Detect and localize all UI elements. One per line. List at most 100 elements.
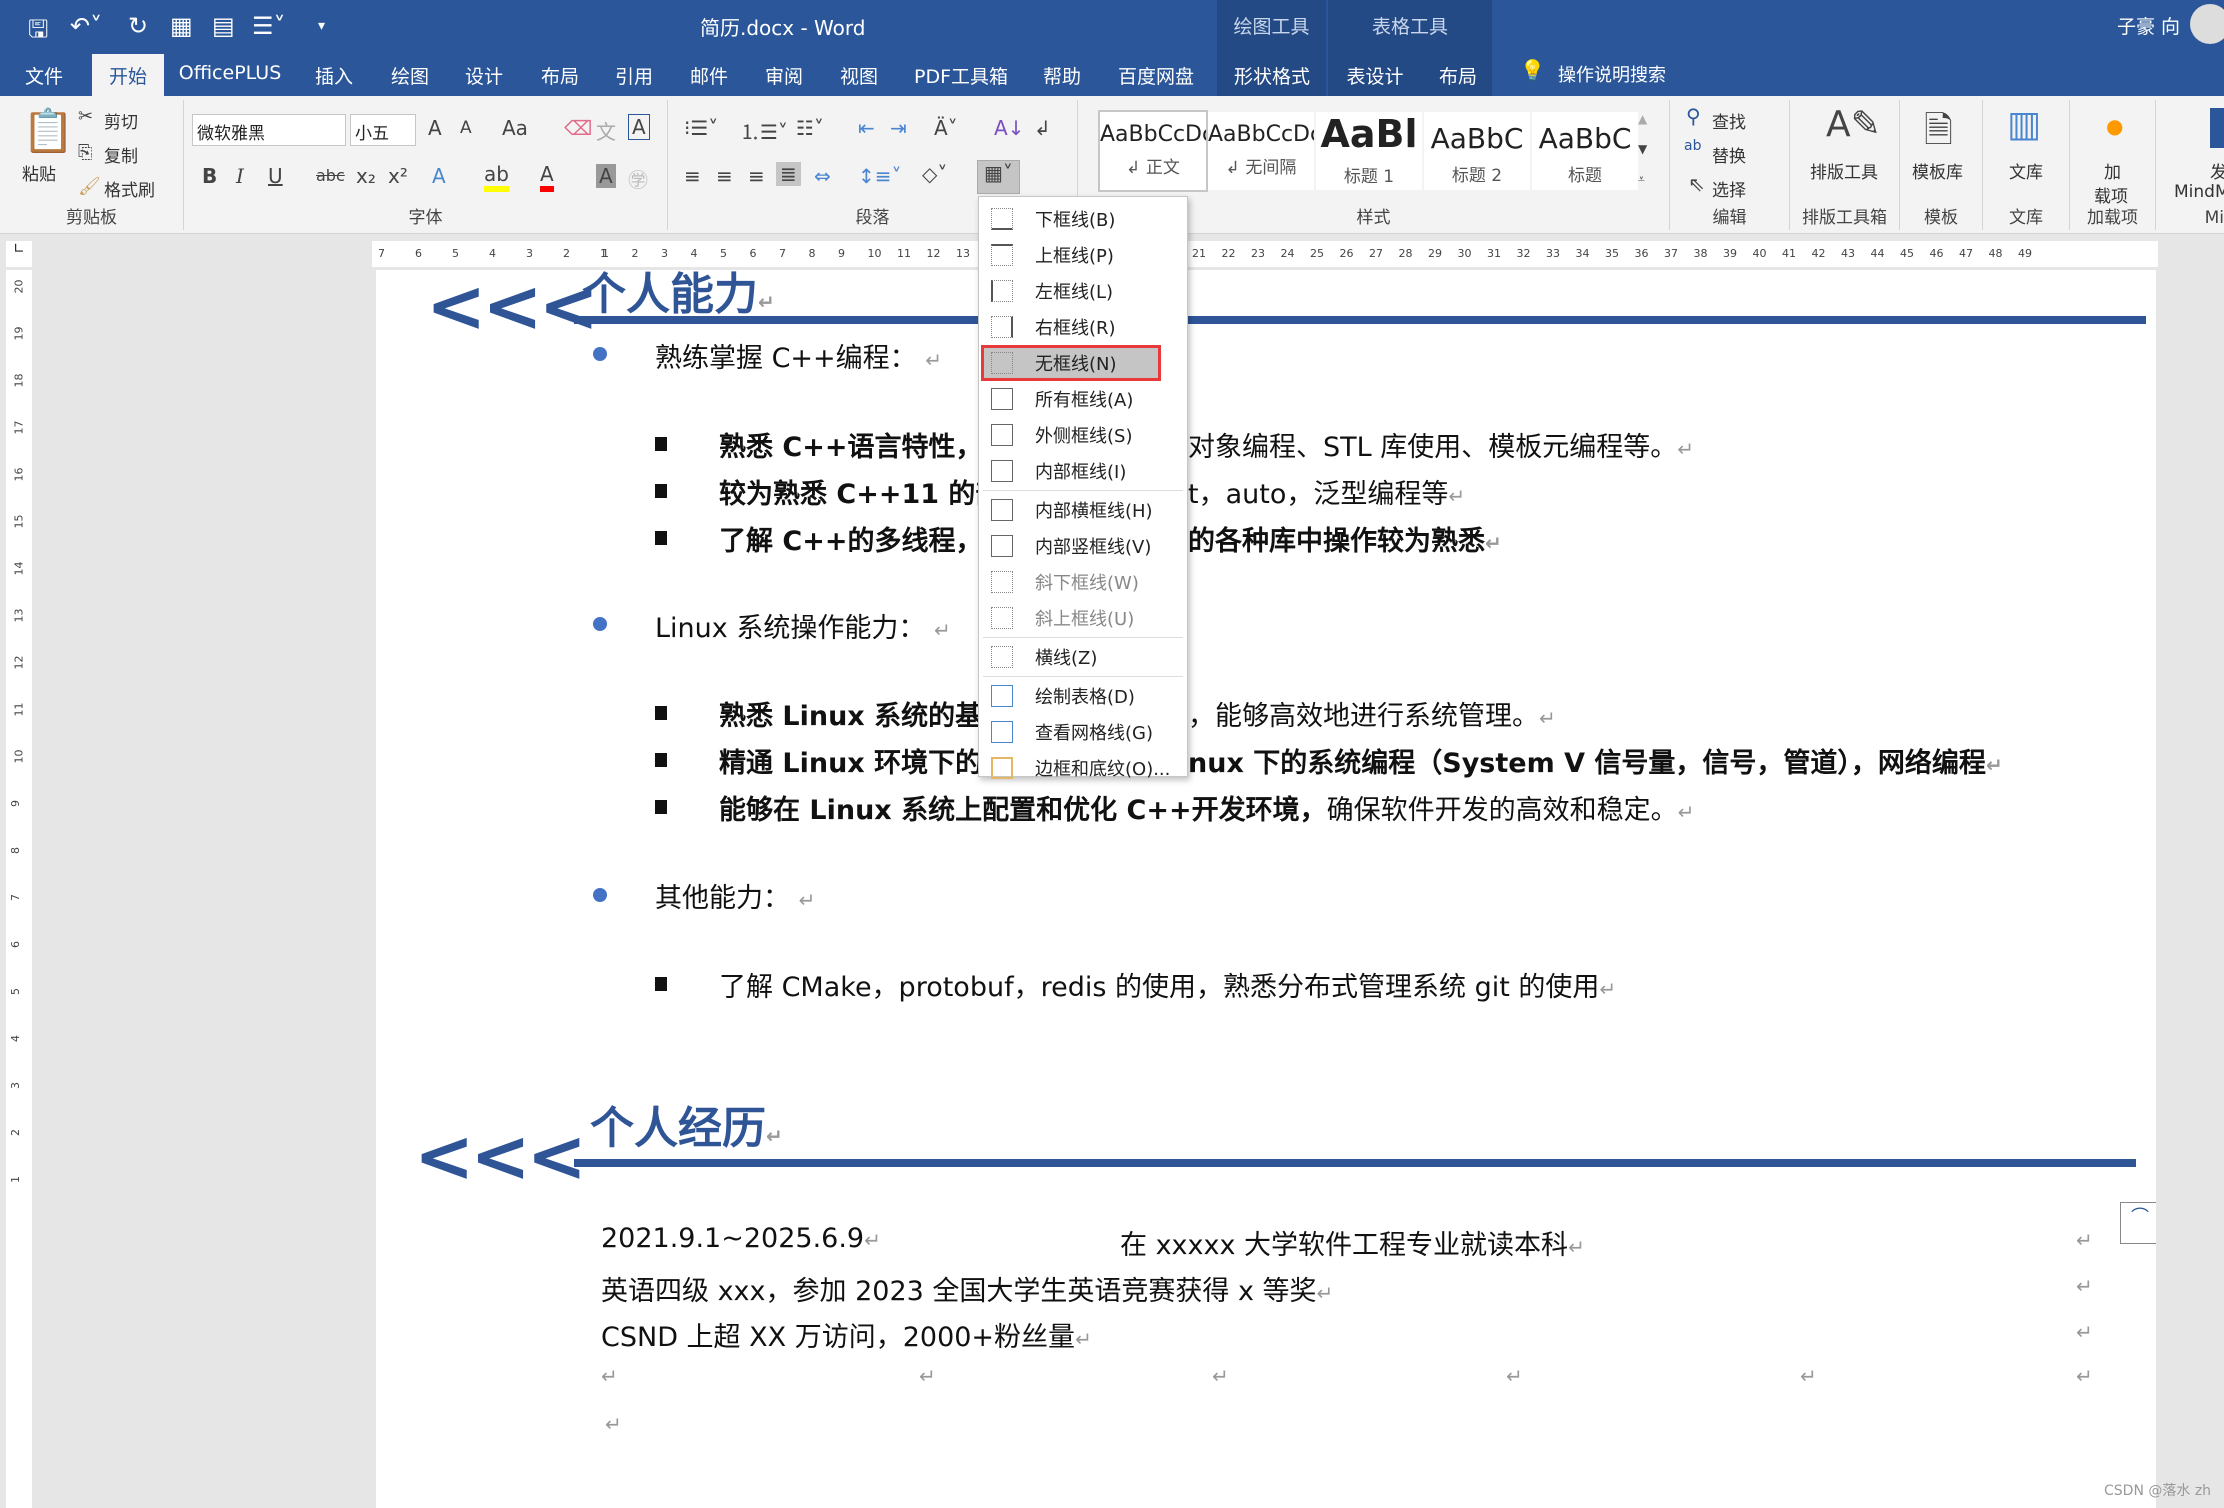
- tab-5[interactable]: 设计: [454, 54, 514, 96]
- tab-7[interactable]: 引用: [604, 54, 664, 96]
- justify-icon[interactable]: ≣: [776, 162, 801, 186]
- strikethrough-button[interactable]: abc: [316, 166, 345, 185]
- menu-item[interactable]: 外侧框线(S): [981, 417, 1185, 453]
- document-page[interactable]: <<< 个人能力↵ 熟练掌握 C++编程： ↵ 熟悉 C++语言特性， 对象编程…: [376, 270, 2156, 1508]
- layout-tool-button[interactable]: 排版工具: [1810, 158, 1878, 183]
- scroll-up-icon[interactable]: ▲: [1638, 112, 1647, 126]
- numbering-icon[interactable]: ⒈☰˅: [740, 116, 788, 145]
- menu-item[interactable]: 横线(Z): [981, 639, 1185, 675]
- menu-item[interactable]: 无框线(N): [981, 345, 1161, 381]
- menu-item[interactable]: 上框线(P): [981, 237, 1185, 273]
- library-button[interactable]: 文库: [2009, 158, 2043, 183]
- tab-15[interactable]: 表设计: [1336, 54, 1414, 96]
- align-left-icon[interactable]: ≡: [684, 164, 701, 188]
- template-library-button[interactable]: 模板库: [1912, 158, 1963, 183]
- tab-9[interactable]: 审阅: [754, 54, 814, 96]
- style-item[interactable]: AaBl 标题 1: [1316, 112, 1422, 190]
- replace-button[interactable]: 替换: [1712, 142, 1746, 167]
- grow-font-icon[interactable]: A: [428, 116, 442, 140]
- layout-options-icon[interactable]: ⌒: [2120, 1202, 2156, 1244]
- tab-selector[interactable]: ∟: [6, 241, 32, 267]
- font-color-icon[interactable]: A: [540, 162, 554, 192]
- clear-format-icon[interactable]: ⌫: [564, 116, 592, 140]
- menu-item[interactable]: 左框线(L): [981, 273, 1185, 309]
- style-item[interactable]: AaBbC 标题: [1532, 112, 1638, 190]
- menu-item[interactable]: 斜上框线(U): [981, 600, 1185, 636]
- menu-item[interactable]: 下框线(B): [981, 201, 1185, 237]
- tab-8[interactable]: 邮件: [679, 54, 739, 96]
- redo-icon[interactable]: ↻: [128, 12, 148, 40]
- phonetic-icon[interactable]: 文: [596, 116, 616, 145]
- underline-button[interactable]: U: [268, 164, 283, 188]
- table-icon[interactable]: ▦: [170, 12, 193, 40]
- tab-11[interactable]: PDF工具箱: [902, 54, 1020, 96]
- decrease-indent-icon[interactable]: ⇤: [858, 116, 875, 140]
- highlight-icon[interactable]: ab: [484, 162, 509, 192]
- tab-2[interactable]: OfficePLUS: [170, 54, 290, 96]
- style-item[interactable]: AaBbC 标题 2: [1424, 112, 1530, 190]
- undo-icon[interactable]: ↶˅: [70, 12, 102, 40]
- italic-button[interactable]: I: [236, 164, 244, 188]
- format-painter-button[interactable]: 格式刷: [104, 176, 155, 201]
- style-item[interactable]: AaBbCcDc ↲ 无间隔: [1208, 112, 1314, 190]
- edit-table-icon[interactable]: ▤: [212, 12, 235, 40]
- tell-me-search[interactable]: 操作说明搜索: [1558, 61, 1666, 87]
- bullets-icon[interactable]: ⁝☰˅: [684, 116, 718, 140]
- style-item[interactable]: AaBbCcDc ↲ 正文: [1098, 110, 1208, 192]
- tab-14[interactable]: 形状格式: [1222, 54, 1322, 96]
- customize-icon[interactable]: ▾: [318, 18, 325, 34]
- tab-6[interactable]: 布局: [530, 54, 590, 96]
- tab-13[interactable]: 百度网盘: [1110, 54, 1202, 96]
- change-case-icon[interactable]: Aa: [502, 116, 528, 140]
- addins-button[interactable]: 加: [2104, 158, 2121, 183]
- save-icon[interactable]: 🖫: [28, 12, 48, 53]
- tab-3[interactable]: 插入: [304, 54, 364, 96]
- tab-12[interactable]: 帮助: [1032, 54, 1092, 96]
- menu-item[interactable]: 内部框线(I): [981, 453, 1185, 489]
- tab-4[interactable]: 绘图: [380, 54, 440, 96]
- increase-indent-icon[interactable]: ⇥: [890, 116, 907, 140]
- line-spacing-icon[interactable]: ↕≡˅: [858, 164, 902, 188]
- paste-icon[interactable]: 📋: [22, 106, 74, 156]
- more-styles-icon[interactable]: ⩡: [1638, 172, 1645, 187]
- align-right-icon[interactable]: ≡: [748, 164, 765, 188]
- scroll-down-icon[interactable]: ▼: [1638, 142, 1647, 156]
- char-shading-icon[interactable]: A: [596, 164, 616, 188]
- distributed-icon[interactable]: ⇔: [814, 164, 831, 188]
- enclose-char-icon[interactable]: ㊫: [628, 164, 648, 193]
- menu-item[interactable]: 内部横框线(H): [981, 492, 1185, 528]
- mindmap-button[interactable]: 发: [2210, 158, 2224, 183]
- menu-item[interactable]: 斜下框线(W): [981, 564, 1185, 600]
- menu-item[interactable]: 边框和底纹(O)...: [981, 750, 1185, 786]
- tab-16[interactable]: 布局: [1428, 54, 1488, 96]
- menu-item[interactable]: 右框线(R): [981, 309, 1185, 345]
- shrink-font-icon[interactable]: A: [460, 118, 472, 138]
- numbering-icon[interactable]: ☰˅: [252, 12, 286, 40]
- font-size-select[interactable]: 小五: [350, 114, 416, 146]
- menu-item[interactable]: 绘制表格(D): [981, 678, 1185, 714]
- avatar[interactable]: [2190, 4, 2224, 44]
- text-effects-icon[interactable]: A: [432, 164, 446, 188]
- tab-0[interactable]: 文件: [14, 54, 74, 96]
- shading-icon[interactable]: ◇˅: [922, 162, 947, 186]
- sort-icon[interactable]: A↓: [994, 116, 1024, 140]
- menu-item[interactable]: 所有框线(A): [981, 381, 1185, 417]
- borders-dropdown-button[interactable]: ▦˅: [977, 160, 1020, 194]
- menu-item[interactable]: 内部竖框线(V): [981, 528, 1185, 564]
- subscript-button[interactable]: x₂: [356, 164, 376, 188]
- tab-1[interactable]: 开始: [92, 54, 164, 96]
- vertical-ruler[interactable]: 20 19 18 17 16 15 14 13 12 11 10 9 8 7 6 5 4 3 2 1: [6, 270, 32, 1508]
- font-name-select[interactable]: 微软雅黑: [192, 114, 346, 146]
- select-button[interactable]: 选择: [1712, 176, 1746, 201]
- paste-button[interactable]: 粘贴: [22, 160, 56, 185]
- align-center-icon[interactable]: ≡: [716, 164, 733, 188]
- copy-button[interactable]: 复制: [104, 142, 138, 167]
- show-marks-icon[interactable]: ↲: [1034, 116, 1051, 140]
- cut-button[interactable]: 剪切: [104, 108, 138, 133]
- user-name[interactable]: 子豪 向: [2117, 12, 2180, 39]
- multilevel-list-icon[interactable]: ☷˅: [796, 116, 824, 140]
- horizontal-ruler[interactable]: 7654321123456789101112131415161718192021…: [372, 241, 2158, 267]
- bold-button[interactable]: B: [202, 164, 217, 188]
- menu-item[interactable]: 查看网格线(G): [981, 714, 1185, 750]
- superscript-button[interactable]: x²: [388, 164, 408, 188]
